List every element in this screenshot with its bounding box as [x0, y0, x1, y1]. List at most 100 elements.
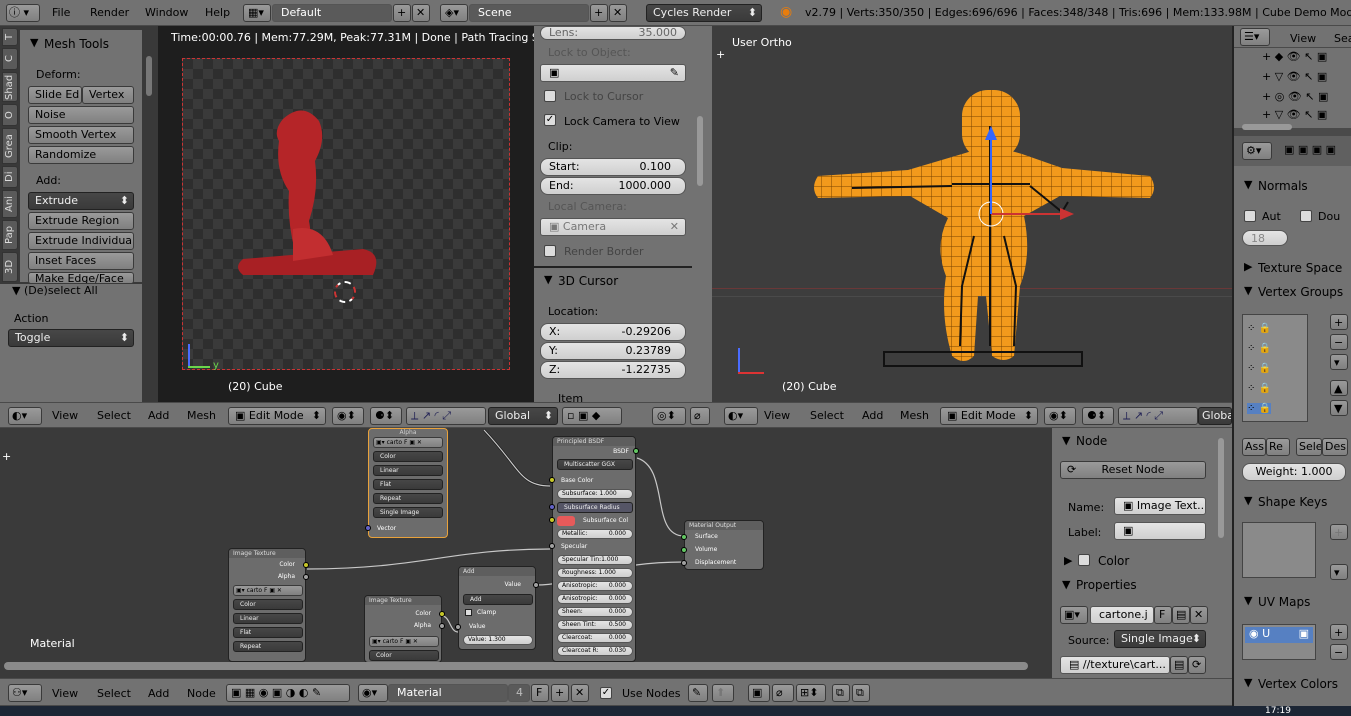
uv-maps-collapse-icon[interactable]: ▼: [1244, 594, 1252, 607]
node-editor[interactable]: + Alpha ▣▾ carto F ▣ ✕ Color Linear Flat…: [0, 428, 1052, 678]
vgroup-up-button[interactable]: ▲: [1330, 380, 1348, 396]
menu-render[interactable]: Render: [90, 6, 129, 19]
vgroup-menu-button[interactable]: ▾: [1330, 354, 1348, 370]
subsurface-radius-select[interactable]: Subsurface Radius: [557, 502, 633, 513]
image-select[interactable]: ▣▾ carto F ▣ ✕: [369, 636, 439, 647]
layout-icon[interactable]: ▦▾: [243, 4, 271, 22]
distribution-select[interactable]: Multiscatter GGX: [557, 459, 633, 470]
slide-vertex-button[interactable]: Vertex: [82, 86, 134, 104]
node-panel-collapse-icon[interactable]: ▼: [1062, 434, 1070, 447]
image-select[interactable]: ▣▾ carto F ▣ ✕: [233, 585, 303, 596]
noise-button[interactable]: Noise: [28, 106, 134, 124]
vertex-groups-list[interactable]: ⁘ 🔒 ⁘ 🔒 ⁘ 🔒 ⁘ 🔒 ⁘ 🔒: [1242, 314, 1308, 422]
menu-select[interactable]: Select: [810, 409, 844, 422]
ortho-viewport[interactable]: User Ortho + (20) Cube: [712, 26, 1232, 402]
volume-socket[interactable]: [681, 547, 687, 553]
color-checkbox[interactable]: [1078, 554, 1090, 566]
select-button[interactable]: Sele: [1296, 438, 1322, 456]
image-texture-node-top[interactable]: Alpha ▣▾ carto F ▣ ✕ Color Linear Flat R…: [365, 428, 448, 538]
proportional-edit-button[interactable]: ◎⬍: [652, 407, 686, 425]
outliner-search[interactable]: Sear: [1334, 32, 1351, 45]
menu-file[interactable]: File: [52, 6, 70, 19]
tab-tools[interactable]: T: [2, 28, 18, 46]
menu-mesh[interactable]: Mesh: [187, 409, 216, 422]
tab-create[interactable]: C: [2, 48, 18, 70]
extrude-region-button[interactable]: Extrude Region: [28, 212, 134, 230]
editor-type-icon[interactable]: ⚇▾: [8, 684, 42, 702]
menu-add[interactable]: Add: [862, 409, 883, 422]
fake-user-button[interactable]: F: [1154, 606, 1172, 624]
clamp-checkbox[interactable]: [465, 609, 472, 616]
lens-field[interactable]: Lens: 35.000: [540, 26, 686, 40]
add-math-node[interactable]: Add Value Add Clamp Value Value: 1.300: [455, 566, 539, 650]
material-name-field[interactable]: Material: [388, 684, 508, 702]
operation-select[interactable]: Add: [463, 594, 533, 605]
mode-select[interactable]: ▣ Edit Mode ⬍: [228, 407, 326, 425]
properties-panel-collapse-icon[interactable]: ▼: [1062, 578, 1070, 591]
reset-node-button[interactable]: ⟳ Reset Node: [1060, 461, 1206, 479]
menu-select[interactable]: Select: [97, 687, 131, 700]
inset-faces-button[interactable]: Inset Faces: [28, 252, 134, 270]
panel-collapse-icon[interactable]: ▼: [30, 36, 38, 49]
shape-keys-list[interactable]: [1242, 522, 1316, 578]
scene-add-button[interactable]: +: [590, 4, 608, 22]
select-mode-buttons[interactable]: ▫ ▣ ◆: [562, 407, 622, 425]
sheen-field[interactable]: Sheen: 0.000: [557, 607, 633, 617]
vertex-groups-collapse-icon[interactable]: ▼: [1244, 284, 1252, 297]
auto-smooth-checkbox[interactable]: [1244, 210, 1256, 222]
slide-edge-button[interactable]: Slide Ed: [28, 86, 82, 104]
tab-paper[interactable]: Pap: [2, 220, 18, 250]
clearcoat-field[interactable]: Clearcoat: 0.000: [557, 633, 633, 643]
material-users-count[interactable]: 4: [508, 684, 530, 702]
material-add-button[interactable]: +: [551, 684, 569, 702]
menu-view[interactable]: View: [52, 409, 78, 422]
interp-select[interactable]: Linear: [233, 613, 303, 624]
properties-editor-icon[interactable]: ⚙▾: [1242, 142, 1272, 160]
source-select[interactable]: Single Image: [373, 507, 443, 518]
menu-add[interactable]: Add: [148, 687, 169, 700]
image-texture-node-1[interactable]: Image Texture Color Alpha ▣▾ carto F ▣ ✕…: [228, 548, 309, 662]
node-tree-type-buttons[interactable]: ▣ ▦ ◉ ▣ ◑ ◐ ✎: [226, 684, 350, 702]
cursor-collapse-icon[interactable]: ▼: [544, 273, 552, 286]
menu-view[interactable]: View: [52, 687, 78, 700]
material-fake-user-button[interactable]: F: [531, 684, 549, 702]
operator-collapse-icon[interactable]: ▼: [12, 284, 20, 297]
extension-select[interactable]: Repeat: [373, 493, 443, 504]
outliner-scrollbar[interactable]: [1242, 124, 1292, 130]
extrude-select[interactable]: Extrude ⬍: [28, 192, 134, 210]
material-output-node[interactable]: Material Output Surface Volume Displacem…: [681, 520, 764, 570]
orientation-select[interactable]: Global ⬍: [488, 407, 558, 425]
orientation-select[interactable]: Global: [1198, 407, 1232, 425]
node-sidebar-scrollbar[interactable]: [1218, 438, 1224, 538]
projection-select[interactable]: Flat: [233, 627, 303, 638]
outliner-row[interactable]: + ▽ 👁 ↖ ▣: [1262, 70, 1351, 86]
normals-collapse-icon[interactable]: ▼: [1244, 178, 1252, 191]
tab-display[interactable]: Di: [2, 166, 18, 188]
manipulator-buttons[interactable]: ⟂ ↗ ◜ ⤢: [1118, 407, 1198, 425]
make-edge-face-button[interactable]: Make Edge/Face: [28, 272, 134, 284]
color-panel-collapse-icon[interactable]: ▶: [1064, 554, 1072, 567]
projection-select[interactable]: Flat: [373, 479, 443, 490]
displacement-socket[interactable]: [681, 560, 687, 566]
editor-type-icon[interactable]: ◐▾: [8, 407, 42, 425]
browse-file-button[interactable]: ▤: [1170, 656, 1188, 674]
local-camera-field[interactable]: ▣ Camera ✕: [540, 218, 686, 236]
extrude-individual-button[interactable]: Extrude Individual: [28, 232, 134, 250]
tab-shading[interactable]: Shad: [2, 72, 18, 102]
surface-socket[interactable]: [681, 534, 687, 540]
pin-button[interactable]: ✎: [688, 684, 708, 702]
paste-nodes-button[interactable]: ⧉: [852, 684, 870, 702]
tab-3d[interactable]: 3D: [2, 252, 18, 282]
shape-key-menu-button[interactable]: ▾: [1330, 564, 1348, 580]
vertex-colors-collapse-icon[interactable]: ▼: [1244, 676, 1252, 689]
angle-field[interactable]: 18: [1242, 230, 1288, 246]
eyedropper-icon[interactable]: ✎: [670, 65, 679, 81]
subsurface-color-swatch[interactable]: [557, 516, 575, 526]
vector-socket[interactable]: [365, 525, 371, 531]
shading-select[interactable]: ◉⬍: [1044, 407, 1076, 425]
color-select[interactable]: Color: [233, 599, 303, 610]
image-name-field[interactable]: cartone.j: [1090, 606, 1154, 624]
cursor-y-field[interactable]: Y: 0.23789: [540, 342, 686, 360]
double-sided-checkbox[interactable]: [1300, 210, 1312, 222]
add-input-socket[interactable]: [455, 624, 461, 630]
